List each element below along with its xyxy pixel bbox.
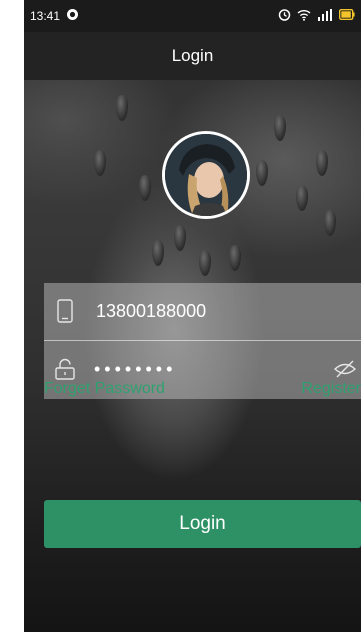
battery-icon — [338, 8, 355, 23]
app-screen: 13:41 Login 13800188000 •••••••• Forget … — [24, 0, 361, 632]
phone-row — [44, 283, 361, 339]
avatar[interactable] — [162, 131, 250, 219]
phone-input[interactable] — [94, 299, 328, 323]
eye-off-icon[interactable] — [333, 358, 357, 380]
form-links: Forget Password Register — [44, 380, 361, 402]
password-input[interactable]: •••••••• — [94, 359, 324, 380]
forget-password-link[interactable]: Forget Password — [44, 380, 165, 398]
title-bar: Login — [24, 32, 361, 80]
signal-icon — [317, 8, 333, 24]
lock-icon — [54, 356, 76, 382]
status-time: 13:41 — [30, 9, 61, 23]
status-bar: 13:41 — [24, 0, 361, 32]
notification-icon — [66, 8, 79, 24]
register-link[interactable]: Register — [301, 380, 361, 398]
page-title: Login — [171, 46, 214, 65]
alarm-icon — [278, 8, 291, 24]
login-button[interactable]: Login — [44, 500, 361, 548]
phone-icon — [54, 298, 76, 324]
wifi-icon — [297, 9, 311, 24]
